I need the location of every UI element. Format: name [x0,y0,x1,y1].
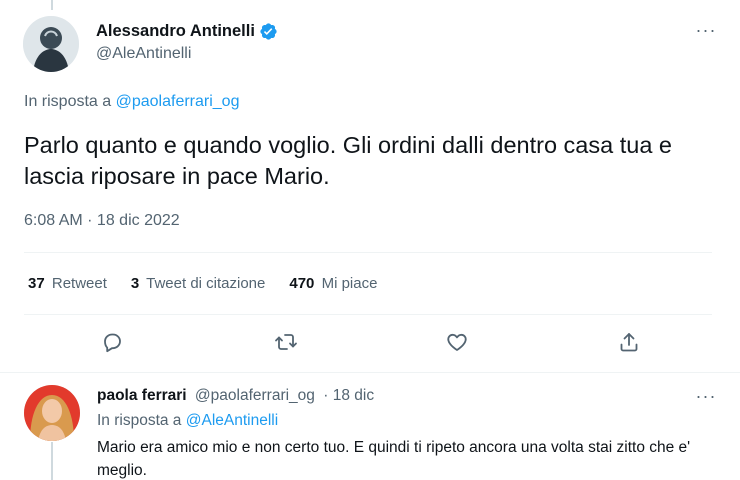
likes-label: Mi piace [321,275,378,292]
thread-line [51,442,53,480]
quotes-label: Tweet di citazione [146,275,266,292]
tweet-date[interactable]: · 18 dic [323,387,374,404]
more-options-button[interactable]: ··· [690,387,722,409]
divider [24,252,712,253]
avatar[interactable] [23,16,79,72]
reply-icon[interactable] [100,330,124,354]
retweets-label: Retweet [51,275,107,292]
tweet-stats: 37 Retweet 3 Tweet di citazione 470 Mi p… [28,275,377,292]
likes-count: 470 [289,275,315,292]
tweet-timestamp[interactable]: 6:08 AM · 18 dic 2022 [24,212,180,230]
author-handle[interactable]: @AleAntinelli [96,45,278,63]
tweet-actions [24,326,712,358]
likes-stat[interactable]: 470 Mi piace [289,275,377,292]
replying-to-link[interactable]: @AleAntinelli [186,412,278,429]
retweets-stat[interactable]: 37 Retweet [28,275,107,292]
tweet-text: Parlo quanto e quando voglio. Gli ordini… [24,132,672,189]
tweet-text: Mario era amico mio e non certo tuo. E q… [97,439,691,479]
more-options-button[interactable]: ··· [690,20,722,44]
replying-to: In risposta a @AleAntinelli [97,412,278,430]
author-name[interactable]: Alessandro Antinelli [96,22,255,41]
replying-prefix: In risposta a [97,412,182,429]
avatar-image [24,385,80,441]
author-handle[interactable]: @paolaferrari_og [195,387,315,404]
replying-to-link[interactable]: @paolaferrari_og [116,93,240,110]
quotes-count: 3 [130,275,140,292]
share-icon[interactable] [617,330,641,354]
reply-tweet[interactable]: paola ferrari @paolaferrari_og · 18 dic … [0,373,740,480]
reply-header: paola ferrari @paolaferrari_og · 18 dic [97,387,374,405]
retweets-count: 37 [28,275,45,292]
replying-to: In risposta a @paolaferrari_og [24,93,239,111]
avatar-image [23,16,79,72]
author-name[interactable]: paola ferrari [97,387,187,404]
replying-prefix: In risposta a [24,93,112,110]
verified-badge-icon [259,22,278,41]
retweet-icon[interactable] [274,330,298,354]
avatar[interactable] [24,385,80,441]
divider [24,314,712,315]
main-tweet: Alessandro Antinelli @AleAntinelli ··· I… [0,0,740,372]
like-icon[interactable] [445,330,469,354]
quotes-stat[interactable]: 3 Tweet di citazione [131,275,265,292]
